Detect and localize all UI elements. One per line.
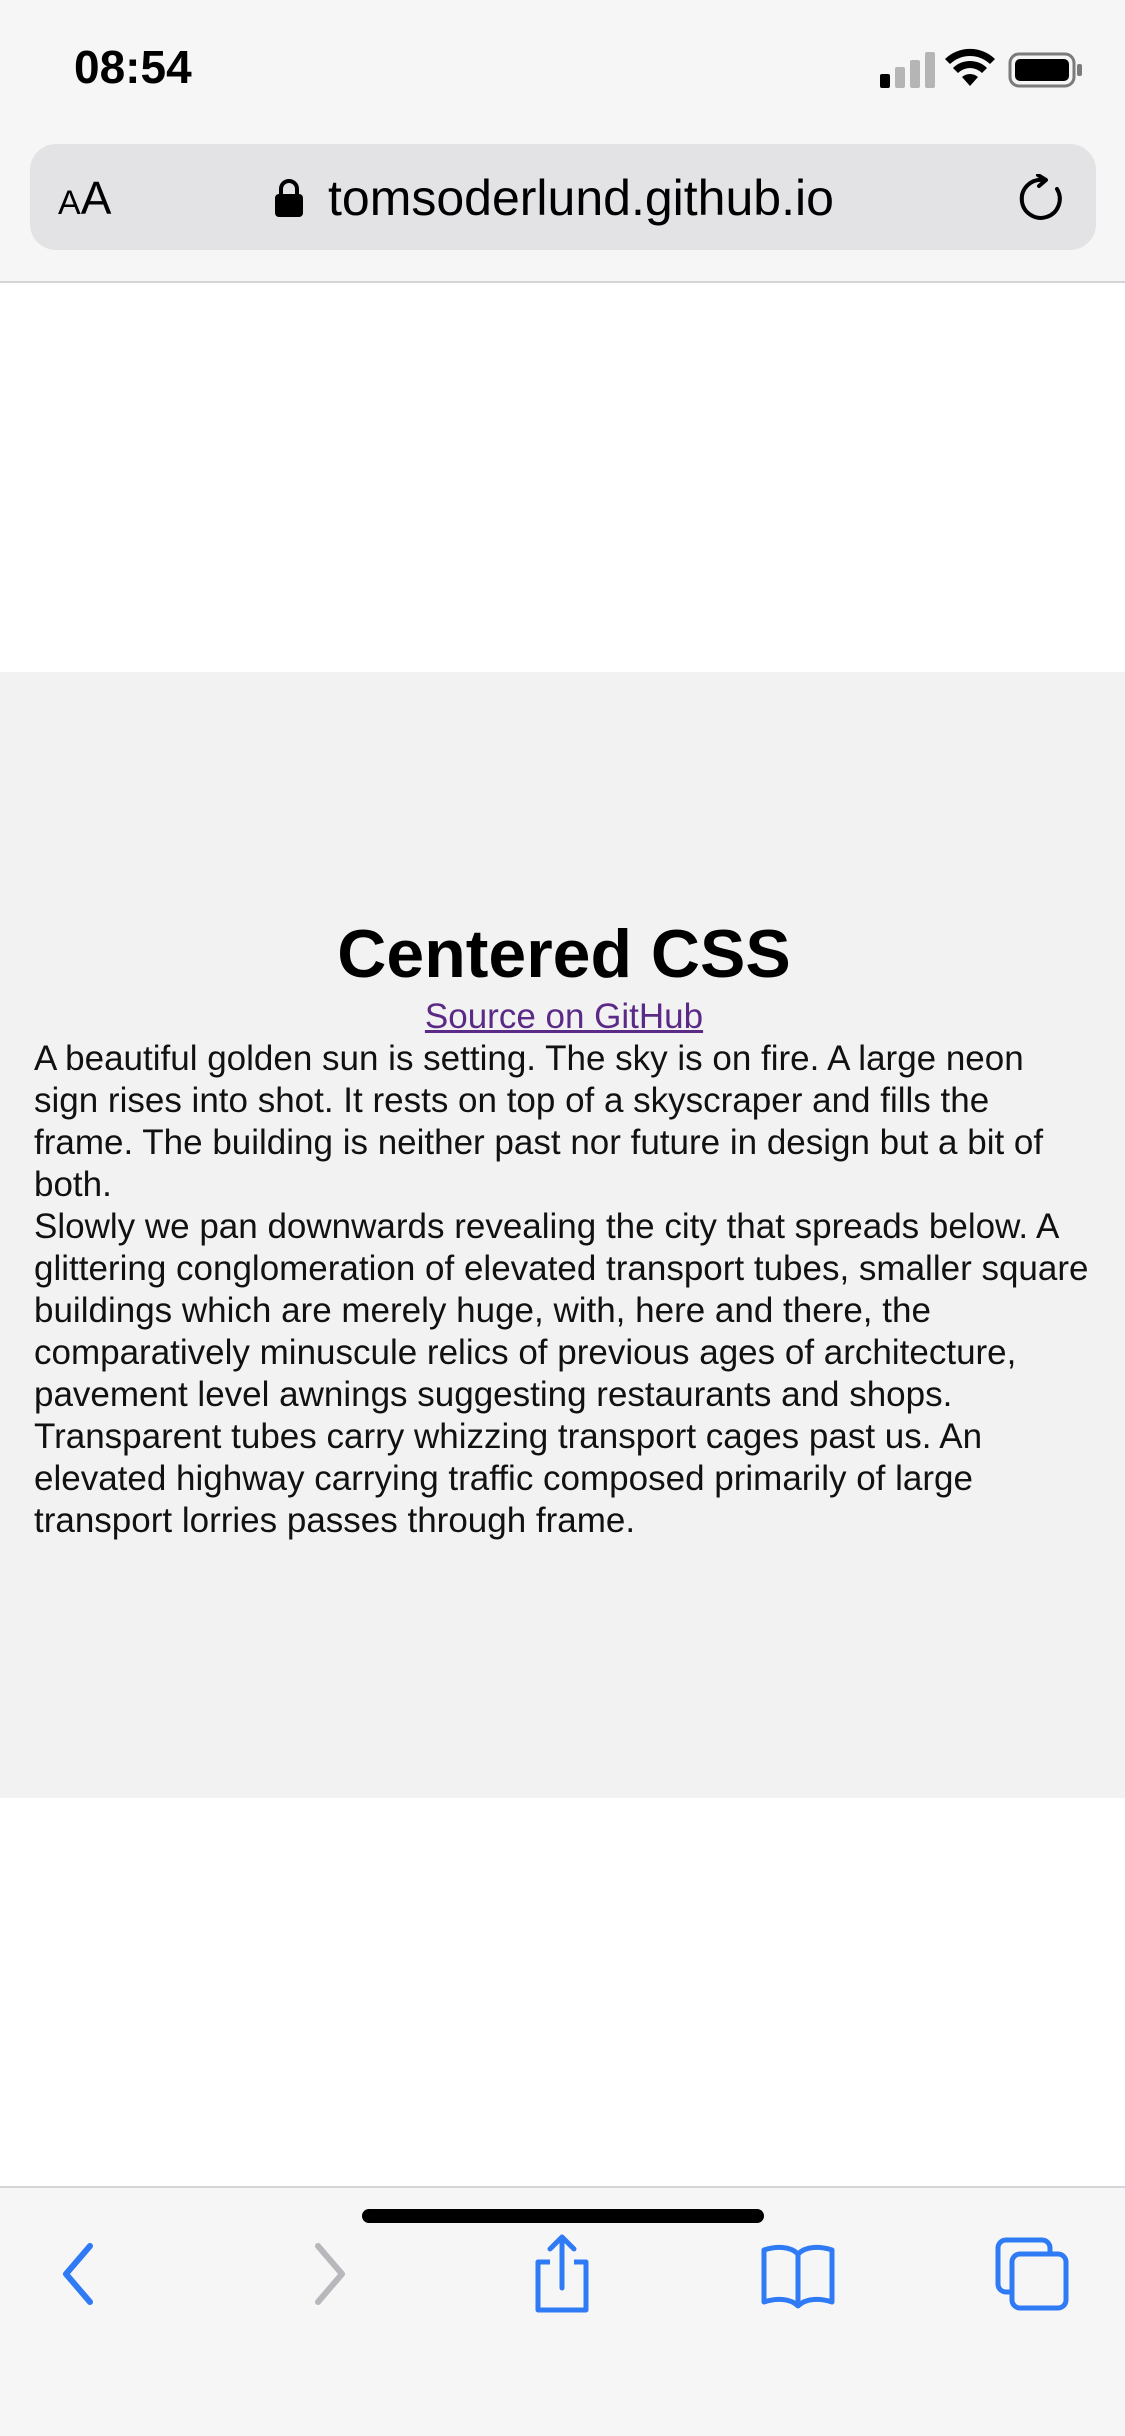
url-text[interactable]: tomsoderlund.github.io: [328, 166, 834, 230]
tabs-icon[interactable]: [992, 2234, 1072, 2314]
bottom-toolbar: [0, 2186, 1125, 2436]
safari-page: 08:54 AA tomsoderlund.github.io Centered…: [0, 0, 1125, 2436]
page-title: Centered CSS: [337, 916, 791, 992]
aa-large-label: A: [80, 172, 112, 224]
bookmarks-icon[interactable]: [758, 2234, 838, 2314]
forward-icon[interactable]: [288, 2234, 368, 2314]
wifi-icon: [945, 48, 995, 86]
battery-icon: [1008, 52, 1082, 88]
status-time: 08:54: [74, 41, 192, 93]
centered-section: Centered CSS Source on GitHub A beautifu…: [0, 672, 1125, 1798]
aa-small-label: A: [58, 184, 81, 222]
lock-icon: [275, 179, 303, 217]
web-content: Centered CSS Source on GitHub A beautifu…: [0, 285, 1125, 2185]
browser-top-bar: AA tomsoderlund.github.io: [0, 140, 1125, 283]
back-icon[interactable]: [48, 2234, 128, 2314]
cellular-signal-icon: [880, 52, 935, 88]
content-block: Centered CSS Source on GitHub A beautifu…: [34, 912, 1094, 1542]
share-icon[interactable]: [522, 2234, 602, 2314]
address-bar[interactable]: AA tomsoderlund.github.io: [30, 144, 1096, 250]
home-indicator: [362, 2209, 764, 2223]
reader-text-size-button[interactable]: AA: [58, 168, 111, 228]
paragraph-1: A beautiful golden sun is setting. The s…: [34, 1039, 1044, 1204]
paragraph-2: Slowly we pan downwards revealing the ci…: [34, 1207, 1089, 1540]
reload-icon[interactable]: [1018, 174, 1068, 224]
source-on-github-link[interactable]: Source on GitHub: [34, 996, 1094, 1038]
status-bar: 08:54: [0, 0, 1125, 140]
